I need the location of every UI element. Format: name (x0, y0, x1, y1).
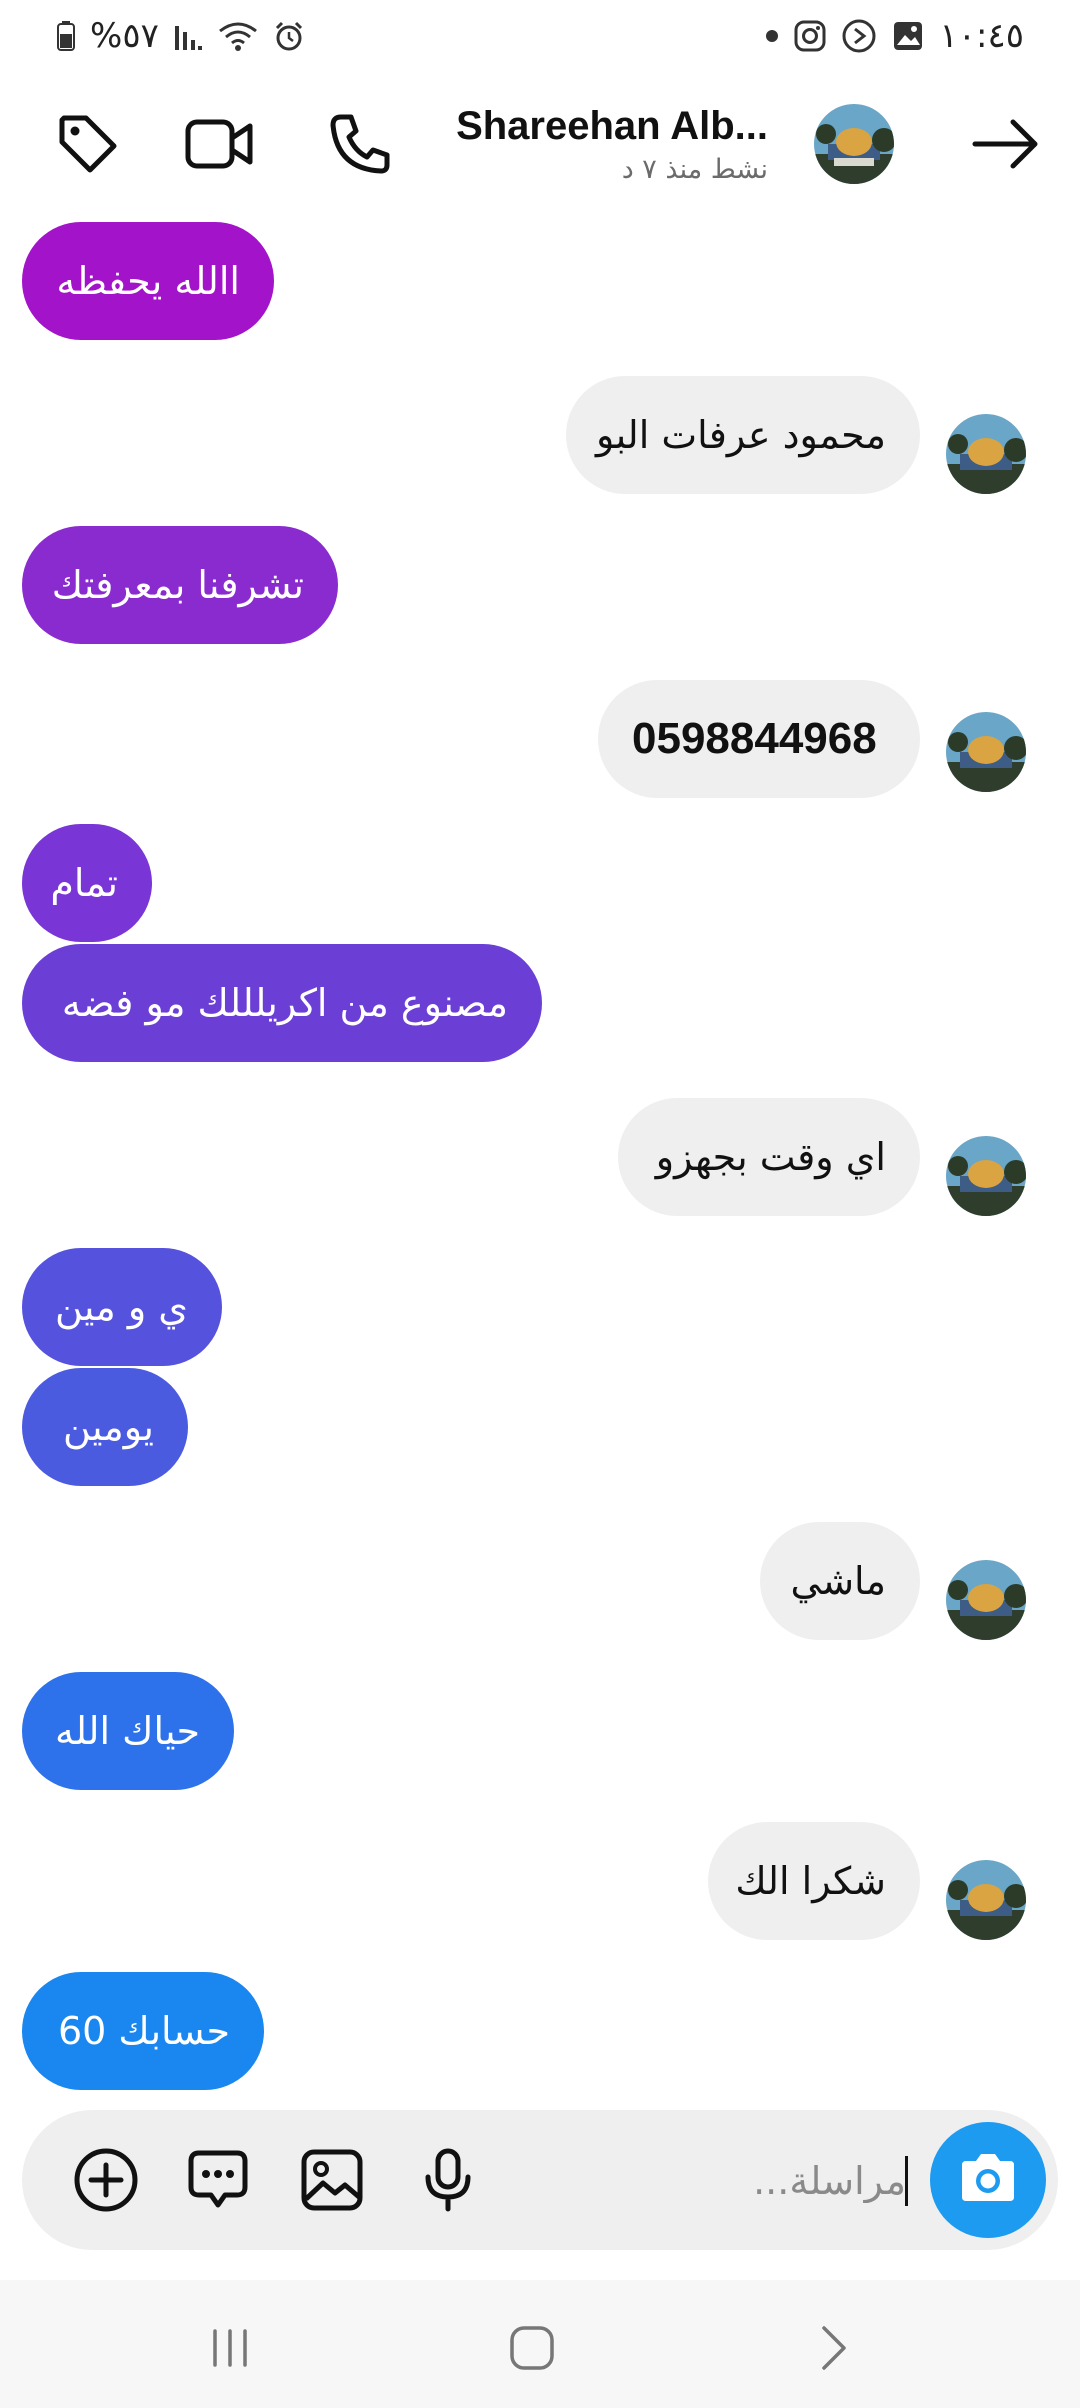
status-left: %٥٧ (56, 14, 305, 58)
alarm-icon (273, 20, 305, 52)
contact-name[interactable]: Shareehan Alb... (456, 104, 768, 149)
microphone-icon[interactable] (414, 2146, 482, 2214)
message-text: 0598844968 (632, 714, 877, 763)
message-outgoing[interactable]: حياك الله (22, 1672, 234, 1790)
avatar[interactable] (946, 712, 1026, 792)
battery-icon (56, 20, 76, 52)
video-call-icon[interactable] (182, 106, 258, 182)
message-incoming[interactable]: شكرا الك (708, 1822, 920, 1940)
activity-status: نشط منذ ٧ د (621, 154, 768, 185)
camera-button[interactable] (930, 2122, 1046, 2238)
message-incoming[interactable]: 0598844968 (598, 680, 920, 798)
recents-icon[interactable] (190, 2308, 270, 2388)
message-outgoing[interactable]: يومين (22, 1368, 188, 1486)
message-text: ماشي (790, 1559, 886, 1603)
avatar[interactable] (946, 1860, 1026, 1940)
signal-icon (173, 20, 203, 52)
text-cursor (905, 2156, 908, 2206)
message-text: شكرا الك (735, 1859, 886, 1903)
message-list: االله يحفظه محمود عرفات البو تشرفنا بمعر… (0, 222, 1080, 2112)
avatar[interactable] (946, 1560, 1026, 1640)
add-icon[interactable] (72, 2146, 140, 2214)
message-text: ي و مين (55, 1285, 188, 1329)
message-outgoing[interactable]: مصنوع من اكريلللك مو فضه (22, 944, 542, 1062)
message-text: محمود عرفات البو (596, 413, 886, 457)
battery-percent: %٥٧ (90, 16, 159, 56)
home-icon[interactable] (492, 2308, 572, 2388)
message-outgoing[interactable]: تمام (22, 824, 152, 942)
status-bar: %٥٧ ١٠:٤٥ (0, 0, 1080, 74)
chat-header: Shareehan Alb... نشط منذ ٧ د (0, 74, 1080, 222)
phone-icon[interactable] (322, 106, 398, 182)
arrow-right-icon[interactable] (968, 106, 1044, 182)
play-icon (841, 18, 877, 54)
message-outgoing[interactable]: تشرفنا بمعرفتك (22, 526, 338, 644)
avatar[interactable] (946, 1136, 1026, 1216)
gallery-icon[interactable] (298, 2146, 366, 2214)
system-nav-bar (0, 2280, 1080, 2408)
message-incoming[interactable]: ماشي (760, 1522, 920, 1640)
message-text: اي وقت بجهزو (655, 1135, 886, 1179)
clock: ١٠:٤٥ (939, 16, 1024, 56)
avatar[interactable] (814, 104, 894, 184)
instagram-icon (793, 19, 827, 53)
message-incoming[interactable]: محمود عرفات البو (566, 376, 920, 494)
message-outgoing[interactable]: االله يحفظه (22, 222, 274, 340)
avatar[interactable] (946, 414, 1026, 494)
message-text: تمام (50, 861, 118, 905)
message-text: مصنوع من اكريلللك مو فضه (61, 981, 508, 1025)
chat-screen: %٥٧ ١٠:٤٥ Shareehan Alb... نشط منذ ٧ د ا… (0, 0, 1080, 2408)
message-outgoing[interactable]: ي و مين (22, 1248, 222, 1366)
message-outgoing[interactable]: حسابك 60 (22, 1972, 264, 2090)
status-right: ١٠:٤٥ (765, 14, 1024, 58)
message-input[interactable] (644, 2144, 908, 2218)
message-text: االله يحفظه (56, 259, 240, 303)
tag-icon[interactable] (50, 106, 126, 182)
message-text: تشرفنا بمعرفتك (51, 563, 304, 607)
back-icon[interactable] (794, 2308, 874, 2388)
message-text: يومين (63, 1405, 154, 1449)
chat-bubble-icon[interactable] (184, 2146, 252, 2214)
message-incoming[interactable]: اي وقت بجهزو (618, 1098, 920, 1216)
message-composer (22, 2110, 1058, 2250)
message-text: حسابك 60 (57, 2009, 230, 2053)
message-text: حياك الله (54, 1709, 200, 1753)
camera-icon (956, 2151, 1020, 2209)
wifi-icon (217, 19, 259, 53)
dot-icon (765, 29, 779, 43)
image-icon (891, 19, 925, 53)
